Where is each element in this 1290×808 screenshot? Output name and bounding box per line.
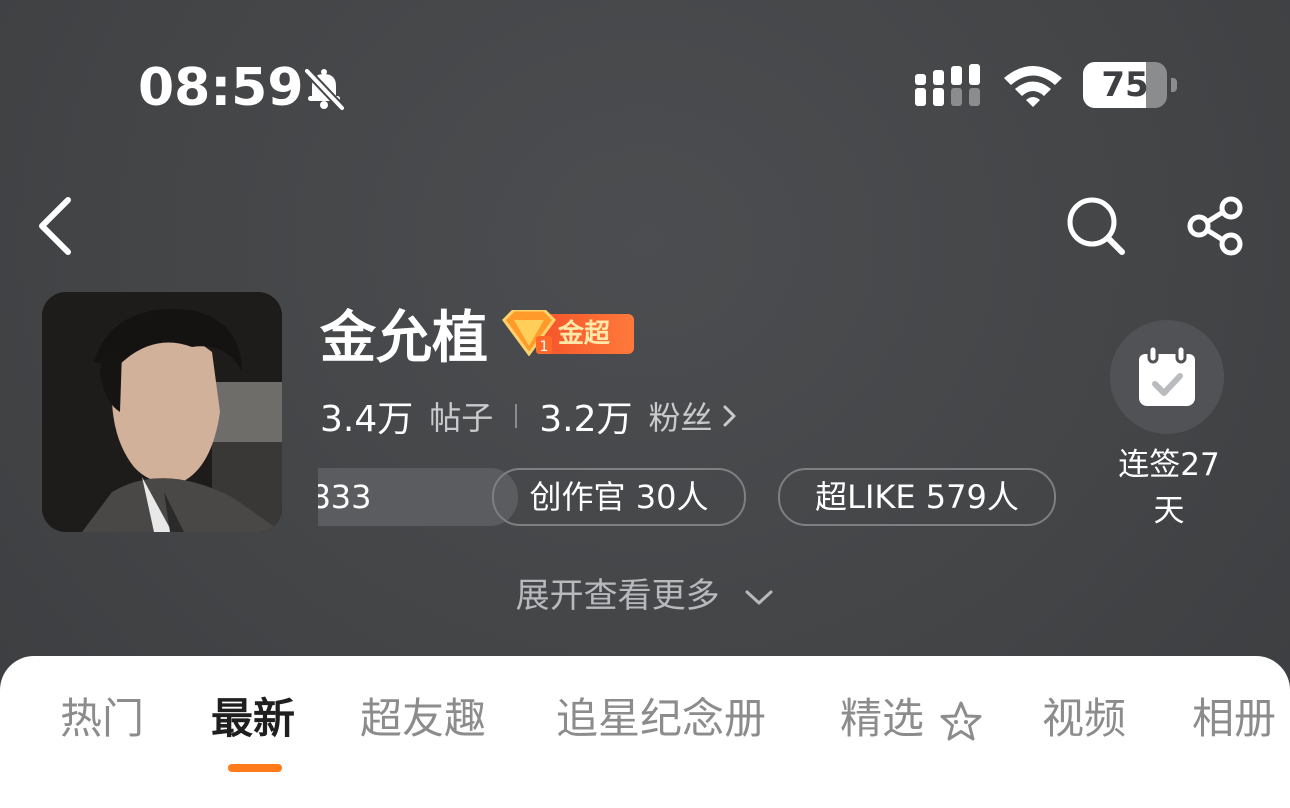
badge-label: 金超 xyxy=(558,319,611,349)
calendar-check-icon xyxy=(1139,346,1195,406)
status-time: 08:59 xyxy=(138,58,304,118)
active-tab-indicator xyxy=(228,764,282,772)
expand-more-label: 展开查看更多 xyxy=(515,576,720,616)
search-button[interactable] xyxy=(1064,194,1128,258)
tag-heat-text: 度7833 xyxy=(318,478,372,516)
chevron-right-icon[interactable] xyxy=(721,401,739,431)
tab-memory-album[interactable]: 追星纪念册 xyxy=(556,690,766,748)
tab-album[interactable]: 相册 xyxy=(1192,690,1276,748)
battery-indicator: 75 xyxy=(1083,62,1179,108)
chevron-down-icon xyxy=(745,590,773,604)
topic-name: 金允植 xyxy=(320,306,488,371)
tag-super-like[interactable]: 超LIKE 579人 xyxy=(778,468,1056,526)
posts-label: 帖子 xyxy=(429,399,494,437)
topic-tags: 度7833 创作官 30人 超LIKE 579人 xyxy=(318,468,1078,526)
battery-cap xyxy=(1171,78,1177,92)
tab-latest[interactable]: 最新 xyxy=(211,690,295,748)
bell-off-icon xyxy=(304,68,345,111)
back-button[interactable] xyxy=(30,192,86,260)
battery-body: 75 xyxy=(1083,62,1167,108)
battery-level: 75 xyxy=(1101,65,1149,105)
tab-hot[interactable]: 热门 xyxy=(60,690,144,748)
checkin-line1: 连签27 xyxy=(1118,447,1220,483)
checkin-streak: 连签27 天 xyxy=(1110,442,1228,534)
wifi-icon xyxy=(1004,66,1062,107)
expand-more-button[interactable]: 展开查看更多 xyxy=(0,574,1290,618)
badge-level: 1 xyxy=(540,339,549,355)
topic-stats: 3.4万 帖子 3.2万 粉丝 xyxy=(320,388,739,444)
posts-count: 3.4万 xyxy=(320,399,414,440)
fans-count[interactable]: 3.2万 xyxy=(539,390,632,442)
tab-video[interactable]: 视频 xyxy=(1042,690,1126,748)
tag-heat[interactable]: 度7833 xyxy=(318,468,518,526)
star-face-icon xyxy=(940,701,982,740)
tab-bar: 热门 最新 超友趣 追星纪念册 精选 视频 相册 xyxy=(0,656,1290,808)
diamond-icon: 1 xyxy=(502,310,556,356)
avatar-portrait xyxy=(42,292,282,532)
supertopic-page: 08:59 75 金允植 1 金超 3.4万 帖子 3.2万 粉丝 833 创作… xyxy=(0,0,1290,808)
checkin-line2: 天 xyxy=(1153,493,1185,529)
tag-creators[interactable]: 创作官 30人 xyxy=(492,468,746,526)
checkin-button[interactable] xyxy=(1110,320,1224,434)
tab-fun[interactable]: 超友趣 xyxy=(360,690,486,748)
tab-featured-label: 精选 xyxy=(840,694,925,743)
tab-featured[interactable]: 精选 xyxy=(840,690,983,748)
stats-divider xyxy=(515,404,518,428)
topic-avatar[interactable] xyxy=(42,292,282,532)
fans-label[interactable]: 粉丝 xyxy=(649,393,713,439)
cellular-signal-icon xyxy=(915,64,980,106)
share-button[interactable] xyxy=(1184,194,1248,258)
gold-super-badge[interactable]: 1 金超 xyxy=(500,310,634,356)
